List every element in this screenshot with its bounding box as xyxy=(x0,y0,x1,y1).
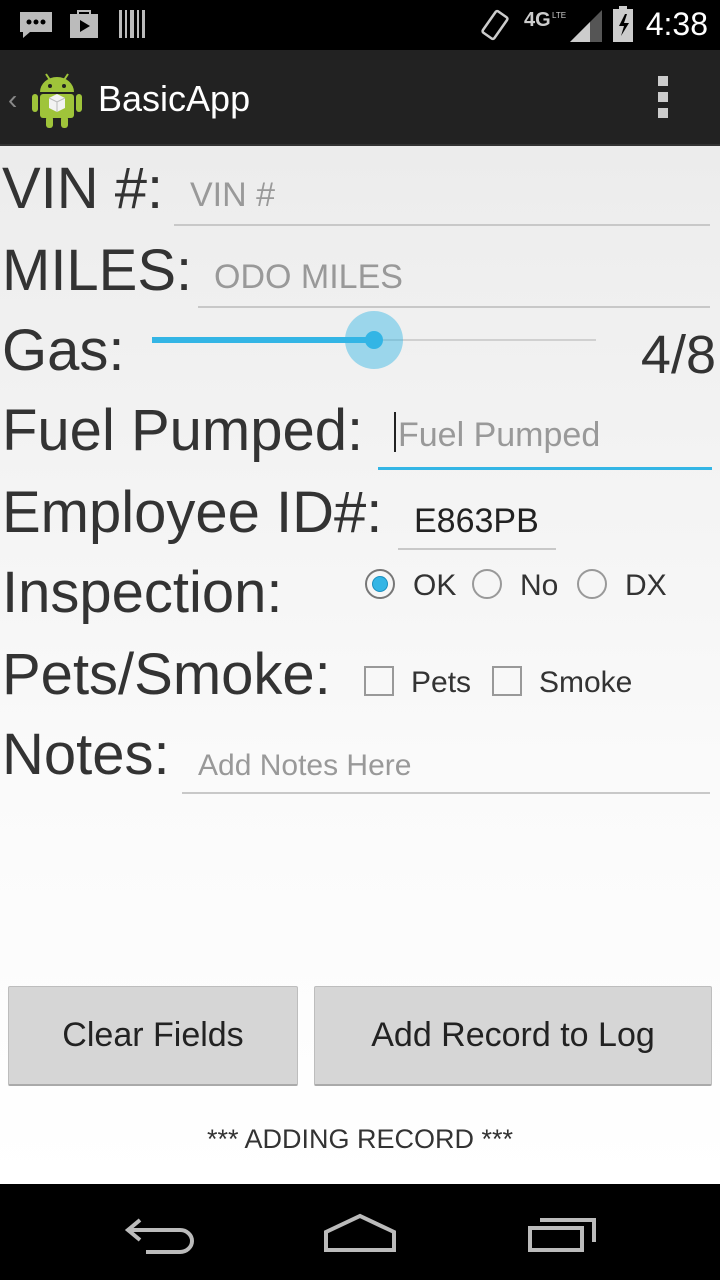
notes-input[interactable]: Add Notes Here xyxy=(182,746,710,794)
battery-icon xyxy=(613,6,633,42)
radio-no[interactable] xyxy=(472,569,502,599)
signal-icon xyxy=(570,10,602,42)
add-record-button[interactable]: Add Record to Log xyxy=(314,986,712,1086)
back-icon[interactable] xyxy=(124,1214,196,1254)
clear-fields-button[interactable]: Clear Fields xyxy=(8,986,298,1086)
miles-input[interactable]: ODO MILES xyxy=(198,260,710,308)
gas-value: 4/8 xyxy=(640,325,716,385)
vin-label: VIN #: xyxy=(2,156,164,221)
status-bar: 4G LTE 4:38 xyxy=(0,0,720,50)
vin-placeholder: VIN # xyxy=(190,176,276,214)
inspection-label: Inspection: xyxy=(2,560,283,625)
action-bar: ‹ BasicApp xyxy=(0,50,720,146)
svg-text:4G: 4G xyxy=(524,9,551,31)
checkbox-pets[interactable] xyxy=(364,666,394,696)
radio-dx-label[interactable]: DX xyxy=(625,569,667,603)
vin-input[interactable]: VIN # xyxy=(174,178,710,226)
android-robot-icon[interactable] xyxy=(30,70,84,128)
radio-no-label[interactable]: No xyxy=(520,569,558,603)
gas-label: Gas: xyxy=(2,318,125,383)
radio-ok[interactable] xyxy=(365,569,395,599)
radio-dx[interactable] xyxy=(577,569,607,599)
play-store-icon xyxy=(70,10,98,38)
fuel-input[interactable]: Fuel Pumped xyxy=(378,412,712,470)
gas-slider-thumb[interactable] xyxy=(345,311,403,369)
4g-lte-icon: 4G LTE xyxy=(524,9,566,31)
overflow-menu-icon[interactable] xyxy=(652,76,674,124)
status-time: 4:38 xyxy=(645,6,708,42)
gas-slider-thumb-dot xyxy=(365,331,383,349)
employee-label: Employee ID#: xyxy=(2,480,383,545)
fuel-label: Fuel Pumped: xyxy=(2,398,364,463)
status-message: *** ADDING RECORD *** xyxy=(206,1124,514,1154)
notes-label: Notes: xyxy=(2,722,170,787)
barcode-icon xyxy=(119,10,145,38)
checkbox-pets-label[interactable]: Pets xyxy=(411,666,471,700)
svg-text:LTE: LTE xyxy=(552,11,566,20)
pets-smoke-label: Pets/Smoke: xyxy=(2,642,331,707)
employee-value: E863PB xyxy=(414,502,539,540)
text-cursor xyxy=(394,412,396,452)
up-chevron-icon[interactable]: ‹ xyxy=(8,84,17,116)
navigation-bar xyxy=(0,1184,720,1280)
home-icon[interactable] xyxy=(322,1212,398,1254)
checkbox-smoke[interactable] xyxy=(492,666,522,696)
radio-ok-label[interactable]: OK xyxy=(413,569,456,603)
app-title: BasicApp xyxy=(98,78,251,119)
miles-placeholder: ODO MILES xyxy=(214,258,403,296)
gas-slider-fill xyxy=(152,337,374,343)
recents-icon[interactable] xyxy=(526,1214,598,1254)
message-icon xyxy=(20,12,52,38)
employee-input[interactable]: E863PB xyxy=(398,504,556,550)
form-content: VIN #: VIN # MILES: ODO MILES Gas: 4/8 F… xyxy=(0,146,720,1184)
fuel-placeholder: Fuel Pumped xyxy=(398,416,601,454)
gas-slider[interactable] xyxy=(152,311,596,369)
rotation-icon xyxy=(481,9,509,41)
notes-placeholder: Add Notes Here xyxy=(198,749,412,782)
checkbox-smoke-label[interactable]: Smoke xyxy=(539,666,632,700)
miles-label: MILES: xyxy=(2,238,193,303)
